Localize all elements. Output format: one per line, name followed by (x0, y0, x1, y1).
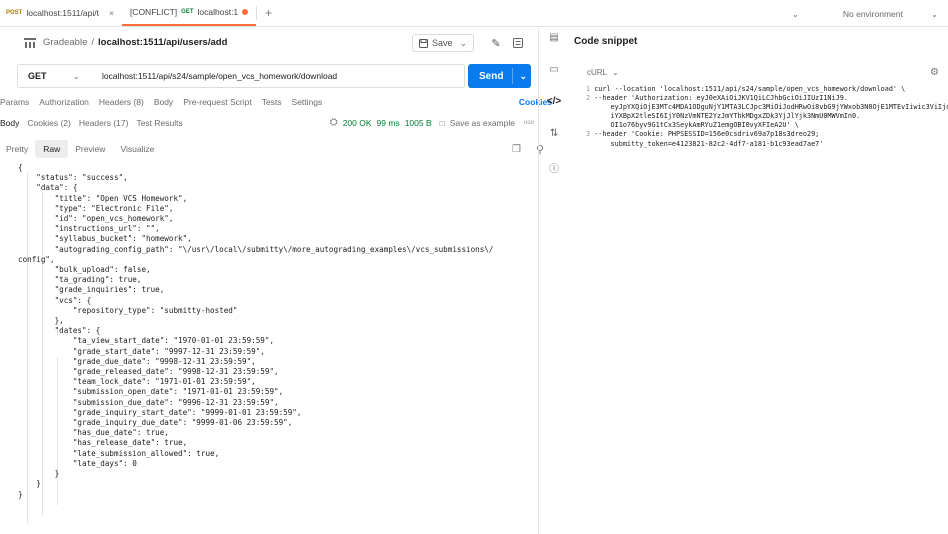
tab-method: GET (181, 9, 194, 15)
edit-icon[interactable]: ✎ (486, 34, 506, 52)
tab-body[interactable]: Body (154, 97, 173, 107)
url-input[interactable]: localhost:1511/api/s24/sample/open_vcs_h… (94, 71, 337, 81)
comments-icon[interactable]: ▭ (546, 64, 562, 80)
tab-settings[interactable]: Settings (292, 97, 323, 107)
code-icon[interactable]: </> (546, 96, 562, 112)
method-label: GET (28, 71, 47, 81)
snippet-line: 3 --header 'Cookie: PHPSESSID=156e0csdri… (586, 130, 948, 139)
line-number (586, 112, 594, 120)
method-select[interactable]: GET ⌄ (18, 65, 94, 87)
url-bar: GET ⌄ localhost:1511/api/s24/sample/open… (17, 64, 465, 88)
tab-label: localhost:1511/api/t (26, 8, 99, 18)
snippet-language: cURL (587, 68, 608, 77)
tab-test-results[interactable]: Test Results (136, 118, 182, 128)
tab-pre-request-script[interactable]: Pre-request Script (183, 97, 252, 107)
response-tabs: Body Cookies (2) Headers (17) Test Resul… (0, 117, 534, 128)
tab-method: POST (6, 10, 23, 16)
request-tabs: Params Authorization Headers (8) Body Pr… (0, 97, 552, 107)
view-visualize[interactable]: Visualize (120, 144, 154, 154)
unsaved-dot-icon (242, 9, 249, 15)
line-text: OI1o76byv9G1tCx3SeykAmRYuZ1emgOBI0vyXFIe… (594, 121, 799, 130)
line-text: iYXBpX2tleSI6IjY0NzVmNTE2YzJmYThkMDgxZDk… (594, 112, 861, 121)
snippet-line: OI1o76byv9G1tCx3SeykAmRYuZ1emgOBI0vyXFIe… (586, 121, 948, 130)
info-icon[interactable]: ⓘ (546, 160, 562, 176)
response-meta: ⛭ 200 OK 99 ms 1005 B □ Save as example … (330, 117, 534, 128)
gear-icon[interactable]: ⚙ (930, 67, 939, 78)
globe-icon: ⛭ (329, 117, 338, 128)
documentation-icon[interactable]: ▤ (546, 32, 562, 48)
docs-icon[interactable] (508, 34, 528, 52)
chevron-down-icon: ⌄ (930, 8, 938, 19)
tab-response-cookies[interactable]: Cookies (2) (27, 118, 70, 128)
response-time: 99 ms (376, 117, 400, 128)
more-icon[interactable]: ooo (524, 120, 534, 126)
save-label: Save (432, 38, 453, 48)
line-number (586, 140, 594, 148)
add-tab-button[interactable]: + (257, 0, 280, 26)
chevron-down-icon: ⌄ (612, 68, 619, 77)
line-text: --header 'Authorization: eyJ0eXAiOiJKV1Q… (594, 94, 848, 103)
tab-tests[interactable]: Tests (262, 97, 282, 107)
line-number: 3 (586, 130, 595, 139)
view-pretty[interactable]: Pretty (6, 144, 28, 154)
breadcrumb-current: localhost:1511/api/users/add (98, 37, 228, 48)
view-tabs: Pretty Raw Preview Visualize ❐ ⚲ (6, 140, 544, 158)
tab-authorization[interactable]: Authorization (39, 97, 89, 107)
tab-response-headers[interactable]: Headers (17) (79, 118, 129, 128)
response-body[interactable]: { "status": "success", "data": { "title"… (18, 163, 530, 534)
view-raw[interactable]: Raw (35, 140, 69, 158)
snippet-line: 1 curl --location 'localhost:1511/api/s2… (586, 85, 948, 94)
send-label: Send (479, 70, 504, 82)
tab-response-body[interactable]: Body (0, 118, 19, 128)
line-number: 2 (586, 94, 595, 103)
save-button[interactable]: Save ⌄ (412, 34, 474, 52)
line-text: --header 'Cookie: PHPSESSID=156e0csdriv6… (594, 130, 820, 139)
line-text: eyJpYXQiOjE3MTc4MDA1ODguNjY1MTA3LCJpc3Mi… (594, 103, 948, 112)
view-preview[interactable]: Preview (75, 144, 105, 154)
response-size: 1005 B (404, 117, 432, 128)
line-number (586, 121, 594, 129)
breadcrumb-workspace[interactable]: Gradeable (43, 37, 87, 48)
copy-icon[interactable]: ❐ (512, 144, 521, 155)
send-button[interactable]: Send ⌄ (468, 64, 531, 88)
chevron-down-icon[interactable]: ⌄ (519, 71, 527, 82)
line-text: curl --location 'localhost:1511/api/s24/… (594, 85, 906, 93)
tab-label: localhost:1 (197, 7, 239, 17)
line-text: submitty_token=e4123821-82c2-4df7-a181-b… (594, 139, 824, 148)
request-tab-get[interactable]: [CONFLICT] GET localhost:1 (121, 0, 257, 26)
api-icon (24, 37, 36, 48)
snippet-line: submitty_token=e4123821-82c2-4df7-a181-b… (586, 140, 948, 149)
panel-divider[interactable] (538, 28, 539, 534)
related-icon[interactable]: ⇅ (546, 128, 562, 144)
chevron-down-icon[interactable]: ⌄ (459, 38, 467, 49)
close-icon[interactable]: × (109, 8, 114, 18)
request-tab-post[interactable]: POST localhost:1511/api/t × (0, 0, 122, 26)
tab-headers[interactable]: Headers (8) (99, 97, 144, 107)
snippet-language-select[interactable]: cURL ⌄ (587, 68, 619, 77)
line-number (586, 103, 594, 111)
tab-prefix: [CONFLICT] (129, 7, 178, 17)
chevron-down-icon: ⌄ (791, 8, 799, 19)
side-icon-rail: ▤ ▭ </> ⇅ ⓘ (546, 32, 562, 192)
snippet-line: eyJpYXQiOjE3MTc4MDA1ODguNjY1MTA3LCJpc3Mi… (586, 103, 948, 112)
breadcrumb: Gradeable / localhost:1511/api/users/add (24, 37, 227, 48)
snippet-title: Code snippet (574, 36, 638, 47)
environment-label: No environment (842, 9, 903, 19)
environment-selector[interactable]: ⌄ No environment ⌄ (792, 6, 938, 22)
tab-params[interactable]: Params (0, 97, 29, 107)
save-as-example-link[interactable]: Save as example (450, 118, 515, 128)
save-icon (419, 38, 428, 48)
chevron-down-icon: ⌄ (72, 70, 81, 81)
snippet-line: iYXBpX2tleSI6IjY0NzVmNTE2YzJmYThkMDgxZDk… (586, 112, 948, 121)
breadcrumb-separator: / (91, 37, 95, 48)
code-snippet[interactable]: 1 curl --location 'localhost:1511/api/s2… (586, 85, 948, 149)
save-response-icon[interactable]: □ (440, 118, 445, 128)
line-number: 1 (586, 85, 595, 93)
snippet-line: 2 --header 'Authorization: eyJ0eXAiOiJKV… (586, 94, 948, 103)
status-code: 200 OK (342, 117, 372, 128)
